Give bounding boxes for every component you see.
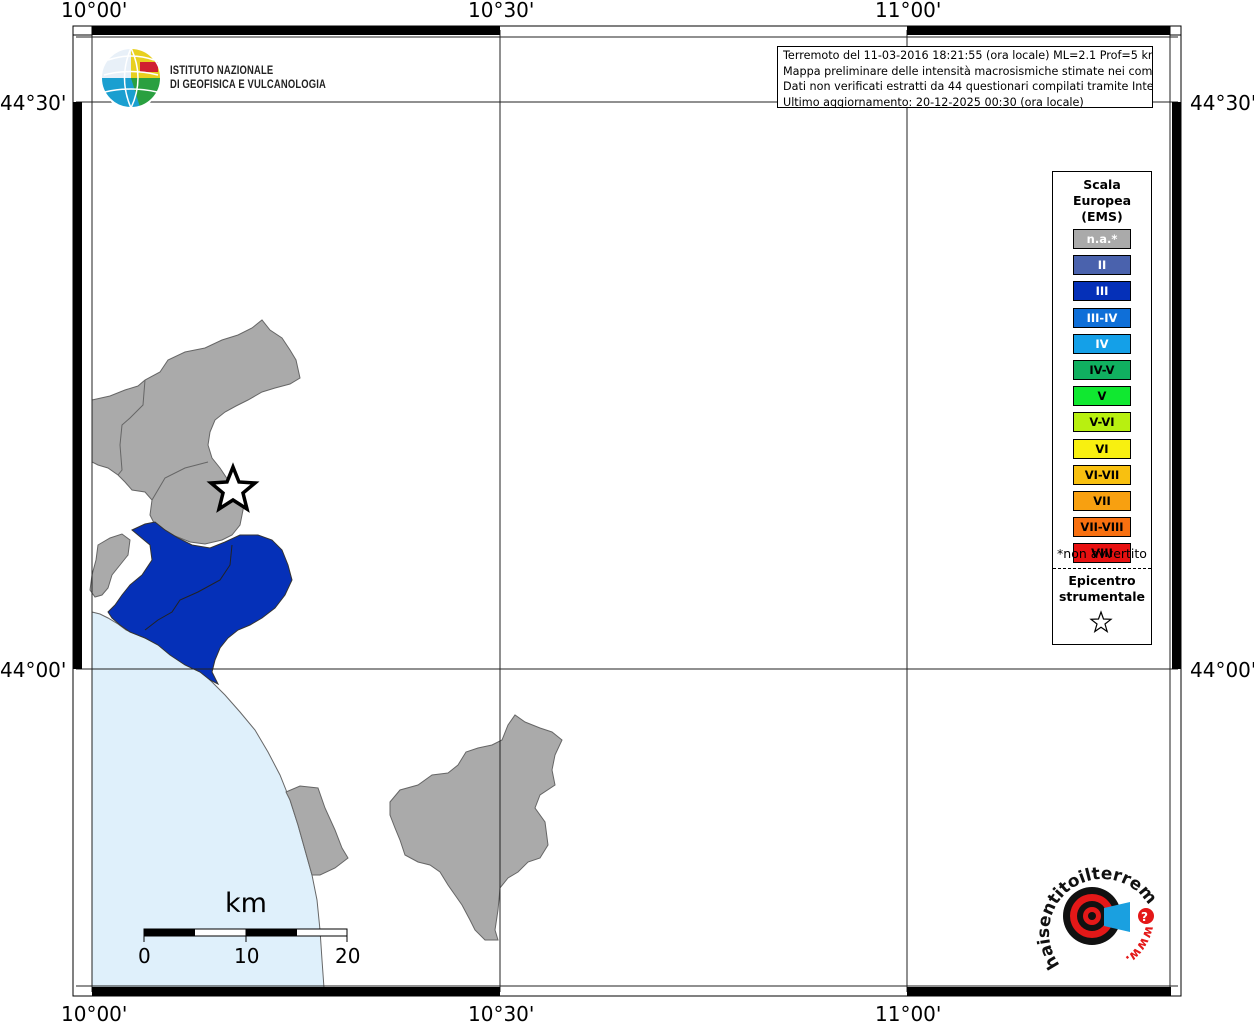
info-line-1: Terremoto del 11-03-2016 18:21:55 (ora l… xyxy=(783,49,1152,62)
lon-label-top-1: 10°00' xyxy=(61,0,128,22)
ingv-logo-line1: ISTITUTO NAZIONALE xyxy=(170,65,274,77)
scale-tick-10: 10 xyxy=(234,944,260,968)
legend-note: *non avvertito xyxy=(1057,546,1147,561)
municipality-na-north xyxy=(91,319,301,545)
info-line-2: Mappa preliminare delle intensità macros… xyxy=(783,64,1152,78)
legend-epi-line2: strumentale xyxy=(1058,589,1146,604)
haisentito-question: ? xyxy=(1141,910,1148,924)
lat-label-left-2: 44°00' xyxy=(0,658,67,682)
legend-item: V xyxy=(1073,386,1131,407)
lat-label-right-2: 44°00' xyxy=(1190,658,1254,682)
lon-label-top-2: 10°30' xyxy=(468,0,535,22)
legend-item: VI-VII xyxy=(1073,464,1131,485)
legend-item: III-IV xyxy=(1073,307,1131,328)
legend-epicenter-label: Epicentro strumentale xyxy=(1053,573,1151,605)
lon-label-top-3: 11°00' xyxy=(875,0,942,22)
legend-item: IV xyxy=(1073,333,1131,354)
legend-title-line2: Europea xyxy=(1072,193,1132,208)
legend-title-line3: (EMS) xyxy=(1081,209,1123,224)
legend-item: III xyxy=(1073,281,1131,302)
municipality-na-southeast xyxy=(389,714,563,941)
info-line-3: Dati non verificati estratti da 44 quest… xyxy=(783,80,1152,93)
svg-text:www.: www. xyxy=(1122,924,1157,967)
ems-legend: Scala Europea (EMS) n.a.* II III III-IV IV IV… xyxy=(1052,171,1152,645)
scale-tick-20: 20 xyxy=(335,944,361,968)
ingv-logo-line2: DI GEOFISICA E VULCANOLOGIA xyxy=(170,79,327,91)
legend-item: IV-V xyxy=(1073,359,1131,380)
lon-label-bottom-3: 11°00' xyxy=(875,1002,942,1026)
municipality-na-west xyxy=(89,533,131,598)
legend-item: V-VI xyxy=(1073,412,1131,433)
haisentito-logo-text: haisentitoilterremoto.it www. ? xyxy=(1020,845,1160,973)
legend-item: II xyxy=(1073,255,1131,276)
scale-tick-0: 0 xyxy=(138,944,151,968)
legend-items: n.a.* II III III-IV IV IV-V V V-VI VI VI-VII VII VI… xyxy=(1073,229,1131,569)
haisentito-www: www. xyxy=(1122,924,1157,967)
legend-title-line1: Scala xyxy=(1083,177,1121,192)
ingv-globe-icon xyxy=(100,47,162,109)
scale-unit-label: km xyxy=(225,888,267,919)
legend-item: VII-VIII xyxy=(1073,517,1131,538)
legend-item: VI xyxy=(1073,438,1131,459)
legend-item: n.a.* xyxy=(1073,229,1131,249)
lon-label-bottom-2: 10°30' xyxy=(468,1002,535,1026)
legend-item: VII xyxy=(1073,490,1131,511)
legend-epi-line1: Epicentro xyxy=(1068,573,1136,588)
legend-separator xyxy=(1053,568,1151,569)
legend-star-icon xyxy=(1089,610,1113,633)
lat-label-right-1: 44°30' xyxy=(1190,91,1254,115)
legend-title: Scala Europea (EMS) xyxy=(1053,177,1151,225)
info-line-4: Ultimo aggiornamento: 20-12-2025 00:30 (… xyxy=(783,95,1084,108)
event-info-box: Terremoto del 11-03-2016 18:21:55 (ora l… xyxy=(777,46,1153,108)
ingv-logo-text: ISTITUTO NAZIONALE DI GEOFISICA E VULCAN… xyxy=(170,64,326,92)
lon-label-bottom-1: 10°00' xyxy=(61,1002,128,1026)
lat-label-left-1: 44°30' xyxy=(0,91,67,115)
